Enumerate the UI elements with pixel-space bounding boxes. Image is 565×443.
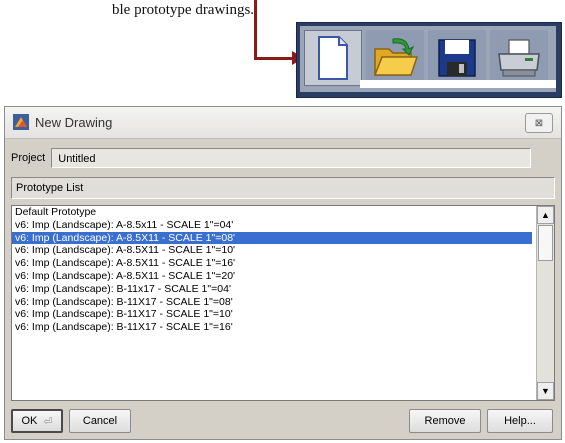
- ok-label: OK: [21, 415, 38, 427]
- list-item[interactable]: v6: Imp (Landscape): A-8.5X11 - SCALE 1"…: [12, 270, 532, 283]
- new-document-icon: [318, 36, 348, 80]
- list-item[interactable]: v6: Imp (Landscape): B-11X17 - SCALE 1"=…: [12, 308, 532, 321]
- open-folder-icon: [373, 38, 419, 76]
- list-item[interactable]: v6: Imp (Landscape): B-11X17 - SCALE 1"=…: [12, 296, 532, 309]
- print-button[interactable]: [490, 30, 548, 86]
- open-button[interactable]: [366, 30, 424, 86]
- scroll-down-button[interactable]: ▼: [537, 382, 554, 400]
- list-item[interactable]: v6: Imp (Landscape): A-8.5X11 - SCALE 1"…: [12, 231, 532, 245]
- project-label: Project: [11, 152, 46, 164]
- arrow-up-icon: ▲: [541, 210, 550, 220]
- save-disk-icon: [438, 39, 476, 77]
- cancel-button[interactable]: Cancel: [69, 409, 131, 433]
- close-button[interactable]: ⊠: [525, 113, 553, 133]
- list-item[interactable]: v6: Imp (Landscape): A-8.5X11 - SCALE 1"…: [12, 257, 532, 270]
- project-row: Project Untitled: [11, 147, 532, 169]
- prototype-listbox[interactable]: Default Prototype v6: Imp (Landscape): A-…: [11, 205, 555, 401]
- dialog-titlebar: New Drawing ⊠: [5, 107, 561, 139]
- scroll-thumb[interactable]: [538, 225, 553, 261]
- save-button[interactable]: [428, 30, 486, 86]
- list-item[interactable]: Default Prototype: [12, 206, 532, 219]
- printer-icon: [498, 39, 540, 77]
- help-button[interactable]: Help...: [487, 409, 553, 433]
- list-item[interactable]: v6: Imp (Landscape): A-8.5X11 - SCALE 1"…: [12, 244, 532, 257]
- list-item[interactable]: v6: Imp (Landscape): B-11x17 - SCALE 1"=…: [12, 283, 532, 296]
- scroll-up-button[interactable]: ▲: [537, 206, 554, 224]
- ok-button[interactable]: OK ⏎: [11, 409, 63, 433]
- new-drawing-dialog: New Drawing ⊠ Project Untitled Prototype…: [4, 106, 562, 440]
- remove-button[interactable]: Remove: [409, 409, 481, 433]
- prototype-list-header: Prototype List: [11, 177, 555, 199]
- enter-key-icon: ⏎: [43, 415, 53, 428]
- pointer-arrow-line: [254, 0, 257, 60]
- document-text: ble prototype drawings.: [112, 2, 255, 18]
- app-icon: [13, 114, 29, 130]
- toolbar-strip: [360, 80, 556, 88]
- project-field[interactable]: Untitled: [51, 148, 532, 168]
- arrow-down-icon: ▼: [541, 386, 550, 396]
- pointer-arrow-line-horizontal: [254, 57, 294, 60]
- close-icon: ⊠: [534, 117, 544, 129]
- list-item[interactable]: v6: Imp (Landscape): B-11X17 - SCALE 1"=…: [12, 321, 532, 334]
- new-drawing-button[interactable]: [304, 30, 362, 86]
- list-item[interactable]: v6: Imp (Landscape): A-8.5x11 - SCALE 1"…: [12, 219, 532, 232]
- list-scrollbar[interactable]: ▲ ▼: [536, 206, 554, 400]
- dialog-title: New Drawing: [35, 115, 113, 130]
- prototype-list-items: Default Prototype v6: Imp (Landscape): A-…: [12, 206, 532, 334]
